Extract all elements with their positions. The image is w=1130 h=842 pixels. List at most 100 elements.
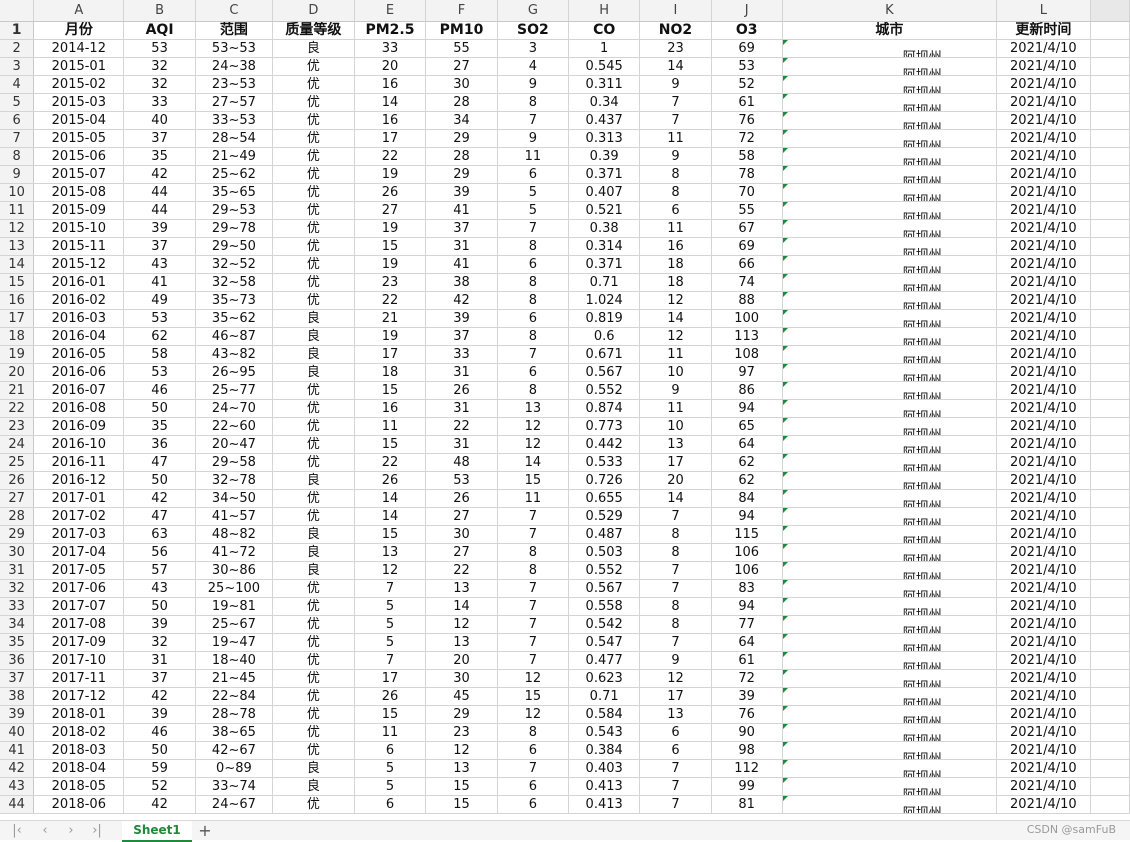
cell[interactable]: 66 bbox=[711, 255, 783, 274]
row-number[interactable]: 30 bbox=[0, 543, 35, 562]
cell[interactable]: 19~81 bbox=[195, 597, 274, 616]
cell[interactable]: 29~53 bbox=[195, 201, 274, 220]
cell[interactable]: 62 bbox=[711, 453, 783, 472]
row-number[interactable]: 21 bbox=[0, 381, 35, 400]
cell[interactable]: 0.503 bbox=[568, 543, 641, 562]
cell[interactable]: 6 bbox=[497, 795, 569, 814]
cell[interactable]: 阿坝州 bbox=[782, 309, 998, 328]
cell[interactable]: 阿坝州 bbox=[782, 543, 998, 562]
cell[interactable]: 2018-06 bbox=[33, 795, 125, 814]
cell[interactable]: 27 bbox=[425, 57, 498, 76]
cell[interactable]: 2015-07 bbox=[33, 165, 125, 184]
cell[interactable]: 38 bbox=[425, 273, 498, 292]
cell[interactable]: 2016-01 bbox=[33, 273, 125, 292]
cell[interactable]: 阿坝州 bbox=[782, 723, 998, 742]
cell[interactable]: 2021/4/10 bbox=[996, 669, 1091, 688]
row-number[interactable]: 35 bbox=[0, 633, 35, 652]
cell[interactable]: 2016-06 bbox=[33, 363, 125, 382]
cell[interactable]: 33 bbox=[123, 93, 196, 112]
cell[interactable]: 2014-12 bbox=[33, 39, 125, 58]
cell[interactable]: 7 bbox=[639, 777, 712, 796]
row-number[interactable]: 39 bbox=[0, 705, 35, 724]
cell[interactable]: 12 bbox=[497, 435, 569, 454]
cell[interactable]: 31 bbox=[425, 363, 498, 382]
cell[interactable]: 13 bbox=[639, 705, 712, 724]
cell[interactable]: 37 bbox=[123, 129, 196, 148]
cell[interactable]: 优 bbox=[272, 795, 355, 814]
cell[interactable]: 24~38 bbox=[195, 57, 274, 76]
cell[interactable]: 43~82 bbox=[195, 345, 274, 364]
cell[interactable]: 57 bbox=[123, 561, 196, 580]
cell[interactable]: 7 bbox=[497, 345, 569, 364]
cell[interactable]: 8 bbox=[497, 561, 569, 580]
cell[interactable]: 阿坝州 bbox=[782, 363, 998, 382]
cell[interactable]: 阿坝州 bbox=[782, 687, 998, 706]
cell[interactable]: 20 bbox=[425, 651, 498, 670]
cell[interactable]: 50 bbox=[123, 597, 196, 616]
cell[interactable]: 2015-06 bbox=[33, 147, 125, 166]
cell[interactable]: 21 bbox=[354, 309, 427, 328]
cell[interactable]: 88 bbox=[711, 291, 783, 310]
cell[interactable]: 41~72 bbox=[195, 543, 274, 562]
cell[interactable]: 0.547 bbox=[568, 633, 641, 652]
cell[interactable]: 0.413 bbox=[568, 777, 641, 796]
cell[interactable]: 6 bbox=[497, 165, 569, 184]
cell[interactable]: 7 bbox=[497, 507, 569, 526]
cell[interactable]: 2021/4/10 bbox=[996, 201, 1091, 220]
spreadsheet-grid[interactable]: ABCDEFGHIJKL 1 月份 AQI 范围 质量等级 PM2.5 PM10 SO2 CO N… bbox=[0, 0, 1130, 820]
row-number[interactable]: 6 bbox=[0, 111, 35, 130]
cell[interactable]: 42 bbox=[123, 687, 196, 706]
row-number[interactable]: 10 bbox=[0, 183, 35, 202]
cell[interactable]: 46 bbox=[123, 381, 196, 400]
cell[interactable]: 0.311 bbox=[568, 75, 641, 94]
cell[interactable]: 9 bbox=[639, 75, 712, 94]
cell[interactable]: 31 bbox=[425, 237, 498, 256]
cell[interactable]: 2018-04 bbox=[33, 759, 125, 778]
cell[interactable]: 24~70 bbox=[195, 399, 274, 418]
cell[interactable]: 18~40 bbox=[195, 651, 274, 670]
cell[interactable]: 良 bbox=[272, 561, 355, 580]
cell[interactable]: 优 bbox=[272, 237, 355, 256]
cell[interactable]: 优 bbox=[272, 723, 355, 742]
cell[interactable]: 阿坝州 bbox=[782, 57, 998, 76]
cell[interactable]: 19 bbox=[354, 165, 427, 184]
cell[interactable]: 26 bbox=[354, 183, 427, 202]
column-header-f[interactable]: F bbox=[425, 0, 498, 22]
cell[interactable] bbox=[1090, 561, 1130, 580]
cell[interactable] bbox=[1090, 93, 1130, 112]
cell[interactable]: 22 bbox=[354, 291, 427, 310]
header-cell[interactable]: 质量等级 bbox=[272, 21, 355, 40]
cell[interactable]: 13 bbox=[354, 543, 427, 562]
cell[interactable]: 2021/4/10 bbox=[996, 399, 1091, 418]
cell[interactable]: 32 bbox=[123, 633, 196, 652]
cell[interactable]: 8 bbox=[639, 165, 712, 184]
cell[interactable] bbox=[1090, 183, 1130, 202]
cell[interactable]: 18 bbox=[354, 363, 427, 382]
cell[interactable]: 2021/4/10 bbox=[996, 345, 1091, 364]
cell[interactable] bbox=[1090, 201, 1130, 220]
cell[interactable]: 7 bbox=[497, 615, 569, 634]
row-number[interactable]: 13 bbox=[0, 237, 35, 256]
cell[interactable]: 6 bbox=[497, 255, 569, 274]
row-number[interactable]: 36 bbox=[0, 651, 35, 670]
cell[interactable]: 7 bbox=[354, 579, 427, 598]
cell[interactable]: 8 bbox=[497, 543, 569, 562]
cell[interactable]: 55 bbox=[425, 39, 498, 58]
cell[interactable]: 11 bbox=[639, 129, 712, 148]
cell[interactable]: 45 bbox=[425, 687, 498, 706]
column-header-d[interactable]: D bbox=[272, 0, 355, 22]
cell[interactable]: 优 bbox=[272, 633, 355, 652]
cell[interactable]: 9 bbox=[497, 75, 569, 94]
cell[interactable]: 55 bbox=[711, 201, 783, 220]
column-header-e[interactable]: E bbox=[354, 0, 427, 22]
cell[interactable]: 5 bbox=[497, 183, 569, 202]
cell[interactable]: 2021/4/10 bbox=[996, 93, 1091, 112]
cell[interactable]: 2021/4/10 bbox=[996, 237, 1091, 256]
cell[interactable] bbox=[1090, 345, 1130, 364]
cell[interactable]: 8 bbox=[497, 273, 569, 292]
cell[interactable]: 15 bbox=[354, 435, 427, 454]
row-number[interactable]: 4 bbox=[0, 75, 35, 94]
cell[interactable]: 2021/4/10 bbox=[996, 183, 1091, 202]
cell[interactable]: 63 bbox=[123, 525, 196, 544]
row-number[interactable]: 29 bbox=[0, 525, 35, 544]
